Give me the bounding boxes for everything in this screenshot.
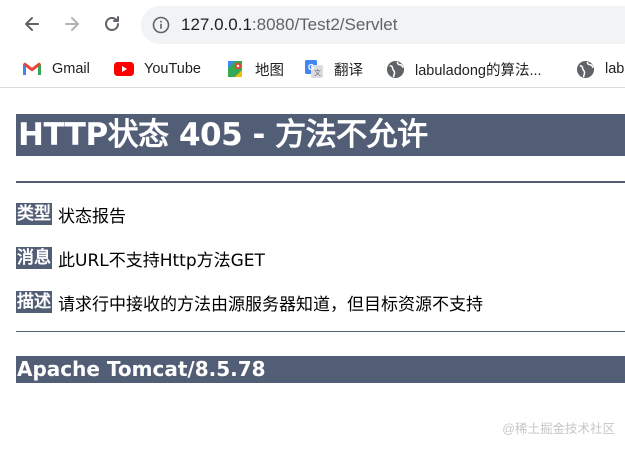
url-path: :8080/Test2/Servlet — [251, 15, 398, 34]
bookmark-label: lab — [605, 61, 625, 77]
gmail-icon — [22, 59, 42, 79]
youtube-icon — [114, 59, 134, 79]
globe-icon — [385, 59, 405, 79]
bookmark-label: 地图 — [255, 62, 284, 79]
address-bar[interactable]: 127.0.0.1:8080/Test2/Servlet — [141, 6, 625, 44]
description-value: 请求行中接收的方法由源服务器知道，但目标资源不支持 — [58, 294, 483, 315]
bookmark-maps[interactable]: 地图 — [225, 59, 284, 79]
message-value: 此URL不支持Http方法GET — [58, 250, 265, 271]
forward-button[interactable] — [58, 10, 86, 38]
bookmark-translate[interactable]: G文 翻译 — [304, 59, 363, 79]
bookmark-lab[interactable]: lab — [575, 59, 624, 79]
bookmark-label: labuladong的算法... — [415, 62, 542, 79]
divider — [16, 181, 625, 183]
back-button[interactable] — [18, 10, 46, 38]
type-row: 类型 状态报告 — [16, 202, 126, 227]
url-text[interactable]: 127.0.0.1:8080/Test2/Servlet — [181, 15, 397, 35]
maps-icon — [225, 59, 245, 79]
type-label: 类型 — [16, 203, 52, 225]
globe-icon — [575, 59, 595, 79]
bookmark-label: YouTube — [144, 61, 201, 77]
bookmarks-bar: Gmail YouTube 地图 G文 翻译 labuladong的算法... … — [0, 50, 625, 88]
url-host: 127.0.0.1 — [181, 15, 252, 34]
page-title: HTTP状态 405 - 方法不允许 — [16, 114, 625, 156]
watermark: @稀土掘金技术社区 — [502, 422, 615, 436]
forward-arrow-icon — [65, 17, 79, 31]
bookmark-label: 翻译 — [334, 62, 363, 79]
bookmark-youtube[interactable]: YouTube — [114, 59, 201, 79]
reload-button[interactable] — [98, 10, 126, 38]
type-value: 状态报告 — [58, 206, 126, 227]
browser-toolbar: 127.0.0.1:8080/Test2/Servlet — [0, 0, 625, 50]
bookmark-label: Gmail — [52, 61, 90, 77]
reload-icon — [105, 16, 119, 31]
bookmark-gmail[interactable]: Gmail — [22, 59, 90, 79]
server-footer: Apache Tomcat/8.5.78 — [16, 356, 625, 383]
site-info-icon[interactable] — [152, 16, 170, 34]
error-page: HTTP状态 405 - 方法不允许 类型 状态报告 消息 此URL不支持Htt… — [0, 88, 625, 449]
message-row: 消息 此URL不支持Http方法GET — [16, 246, 265, 271]
description-row: 描述 请求行中接收的方法由源服务器知道，但目标资源不支持 — [16, 290, 483, 315]
translate-icon: G文 — [304, 59, 324, 79]
message-label: 消息 — [16, 247, 52, 269]
description-label: 描述 — [16, 291, 52, 313]
svg-text:文: 文 — [314, 68, 321, 77]
divider — [16, 331, 625, 332]
back-arrow-icon — [25, 17, 39, 31]
bookmark-labuladong[interactable]: labuladong的算法... — [385, 59, 542, 79]
